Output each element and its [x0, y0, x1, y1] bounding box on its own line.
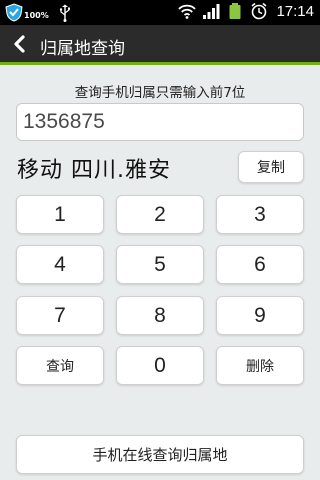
- key-6[interactable]: 6: [216, 245, 304, 284]
- copy-button[interactable]: 复制: [238, 151, 304, 183]
- status-bar: 100% 17:14: [0, 0, 320, 25]
- key-2[interactable]: 2: [116, 195, 204, 234]
- battery-saver-percent: 100%: [24, 11, 49, 20]
- clock: 17:14: [276, 2, 314, 20]
- key-5[interactable]: 5: [116, 245, 204, 284]
- query-button[interactable]: 查询: [16, 346, 104, 385]
- key-3[interactable]: 3: [216, 195, 304, 234]
- shield-icon: [5, 3, 23, 22]
- key-0[interactable]: 0: [116, 346, 204, 385]
- key-1[interactable]: 1: [16, 195, 104, 234]
- key-4[interactable]: 4: [16, 245, 104, 284]
- battery-icon: [229, 3, 241, 19]
- alarm-icon: [251, 2, 267, 20]
- title-bar: 归属地查询: [0, 25, 320, 65]
- page-title: 归属地查询: [40, 39, 125, 59]
- key-7[interactable]: 7: [16, 296, 104, 335]
- key-9[interactable]: 9: [216, 296, 304, 335]
- signal-icon: [203, 4, 220, 19]
- lookup-result: 移动 四川.雅安: [17, 158, 171, 183]
- back-arrow-icon[interactable]: [10, 34, 30, 54]
- usb-icon: [59, 4, 70, 22]
- wifi-icon: [178, 4, 197, 19]
- phone-number-input[interactable]: 1356875: [16, 103, 304, 141]
- online-lookup-button[interactable]: 手机在线查询归属地: [16, 435, 304, 474]
- delete-button[interactable]: 删除: [216, 346, 304, 385]
- key-8[interactable]: 8: [116, 296, 204, 335]
- input-hint: 查询手机归属只需输入前7位: [74, 85, 246, 101]
